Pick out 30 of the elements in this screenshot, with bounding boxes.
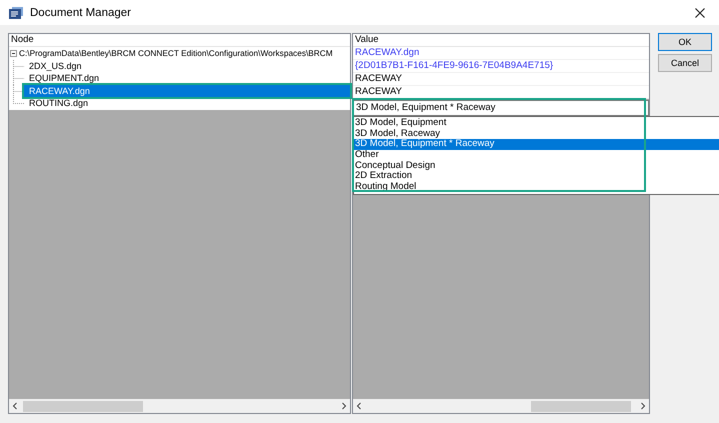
tree-item[interactable]: C:\ProgramData\Bentley\BRCM CONNECT Edition\Configuration\Workspaces\BRCM xyxy=(9,47,350,60)
horizontal-scrollbar[interactable] xyxy=(353,399,649,413)
tree-item[interactable]: ROUTING.dgn xyxy=(24,97,350,110)
dropdown-option[interactable]: Routing Model xyxy=(354,182,719,193)
dropdown-option[interactable]: Other xyxy=(354,150,719,161)
app-icon xyxy=(8,6,24,20)
horizontal-scrollbar[interactable] xyxy=(9,399,350,413)
value-cell: {2D01B7B1-F161-4FE9-9616-7E04B9A4E715} xyxy=(353,60,649,73)
tree-line xyxy=(10,72,24,85)
dropdown-option[interactable]: 3D Model, Equipment * Raceway xyxy=(354,139,719,150)
tree-item[interactable]: EQUIPMENT.dgn xyxy=(24,72,350,84)
dropdown-option[interactable]: 3D Model, Equipment xyxy=(354,118,719,129)
value-cell: RACEWAY.dgn xyxy=(353,47,649,60)
column-header: Value xyxy=(353,34,649,47)
ok-button[interactable]: OK xyxy=(658,33,712,51)
tree-item[interactable]: RACEWAY.dgn xyxy=(24,84,350,97)
dropdown-option[interactable]: Conceptual Design xyxy=(354,160,719,172)
column-header: Node xyxy=(9,34,350,47)
tree-line xyxy=(10,60,24,72)
value-cell: RACEWAY xyxy=(353,73,649,86)
dropdown-option[interactable]: 2D Extraction xyxy=(354,171,719,182)
close-icon[interactable] xyxy=(695,8,705,18)
value-cell: RACEWAY xyxy=(353,86,649,99)
collapse-icon[interactable] xyxy=(10,50,17,57)
combo-field[interactable]: 3D Model, Equipment * Raceway xyxy=(353,100,649,116)
window-title: Document Manager xyxy=(30,6,131,18)
dropdown-option[interactable]: 3D Model, Raceway xyxy=(354,128,719,140)
cancel-button[interactable]: Cancel xyxy=(658,54,712,72)
tree-line xyxy=(10,84,24,98)
tree-item[interactable]: 2DX_US.dgn xyxy=(24,60,350,72)
